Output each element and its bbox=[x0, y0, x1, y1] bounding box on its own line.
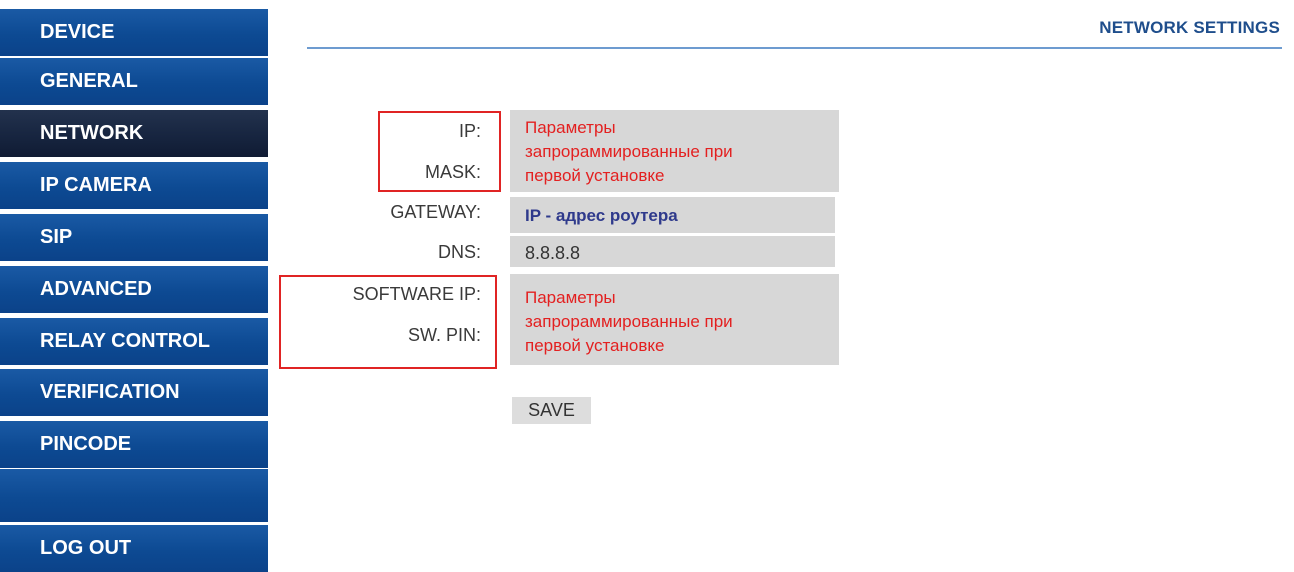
sidebar-item-label: SIP bbox=[40, 226, 73, 248]
sidebar-item-network[interactable]: NETWORK bbox=[0, 110, 268, 157]
sidebar-item-pincode[interactable]: PINCODE bbox=[0, 421, 268, 468]
sidebar-item-verification[interactable]: VERIFICATION bbox=[0, 369, 268, 416]
ip-mask-field[interactable]: Параметры запрораммированные при первой … bbox=[510, 110, 839, 192]
sidebar-empty-slot bbox=[0, 469, 268, 522]
sidebar-item-label: RELAY CONTROL bbox=[40, 330, 211, 352]
logout-label: LOG OUT bbox=[40, 537, 132, 559]
sidebar-item-label: IP CAMERA bbox=[40, 174, 152, 196]
page-title: NETWORK SETTINGS bbox=[1099, 18, 1280, 37]
software-note-line: Параметры bbox=[525, 288, 616, 307]
sidebar-item-ip-camera[interactable]: IP CAMERA bbox=[0, 162, 268, 209]
sidebar-item-relay-control[interactable]: RELAY CONTROL bbox=[0, 318, 268, 365]
ip-mask-note-line: Параметры bbox=[525, 118, 616, 137]
ip-mask-highlight-box bbox=[378, 111, 501, 192]
software-note-line: первой установке bbox=[525, 336, 665, 355]
software-field[interactable]: Параметры запрораммированные при первой … bbox=[510, 274, 839, 365]
sidebar-item-label: DEVICE bbox=[40, 21, 115, 43]
save-button[interactable]: SAVE bbox=[512, 397, 591, 424]
sidebar: DEVICE GENERAL NETWORK IP CAMERA SIP ADV… bbox=[0, 0, 268, 572]
sidebar-item-device[interactable]: DEVICE bbox=[0, 9, 268, 56]
title-divider bbox=[307, 47, 1282, 49]
software-highlight-box bbox=[279, 275, 497, 369]
sidebar-item-sip[interactable]: SIP bbox=[0, 214, 268, 261]
software-note-line: запрораммированные при bbox=[525, 312, 733, 331]
sidebar-item-advanced[interactable]: ADVANCED bbox=[0, 266, 268, 313]
sidebar-item-label: VERIFICATION bbox=[40, 381, 180, 403]
sidebar-item-label: PINCODE bbox=[40, 433, 132, 455]
dns-field[interactable]: 8.8.8.8 bbox=[510, 236, 835, 267]
ip-mask-note-line: первой установке bbox=[525, 166, 665, 185]
gateway-field[interactable]: IP - адрес роутера bbox=[510, 197, 835, 233]
sidebar-item-label: NETWORK bbox=[40, 122, 144, 144]
sidebar-item-label: GENERAL bbox=[40, 70, 138, 92]
dns-value: 8.8.8.8 bbox=[525, 243, 581, 263]
sidebar-item-label: ADVANCED bbox=[40, 278, 152, 300]
gateway-label: GATEWAY: bbox=[390, 202, 481, 222]
dns-label: DNS: bbox=[437, 242, 481, 262]
sidebar-item-general[interactable]: GENERAL bbox=[0, 58, 268, 105]
gateway-value: IP - адрес роутера bbox=[525, 206, 678, 225]
ip-mask-note-line: запрораммированные при bbox=[525, 142, 733, 161]
logout-button[interactable]: LOG OUT bbox=[0, 525, 268, 572]
